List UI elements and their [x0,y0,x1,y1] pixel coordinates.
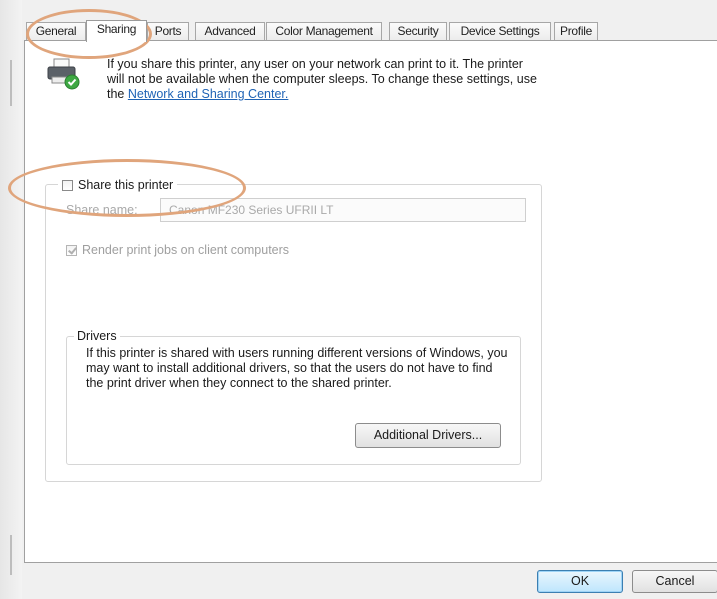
drivers-group-title: Drivers [74,329,120,343]
network-sharing-center-link[interactable]: Network and Sharing Center. [128,87,289,101]
printer-share-icon [47,58,80,90]
tab-security[interactable]: Security [389,22,447,40]
render-jobs-checkbox[interactable]: Render print jobs on client computers [66,243,289,257]
additional-drivers-button[interactable]: Additional Drivers... [355,423,501,448]
tab-ports[interactable]: Ports [147,22,189,40]
edge-mark [10,60,12,106]
ok-button[interactable]: OK [537,570,623,593]
window-left-edge [0,0,22,599]
tab-color-management[interactable]: Color Management [266,22,382,40]
drivers-description: If this printer is shared with users run… [86,346,508,390]
render-checkbox-box[interactable] [66,244,77,256]
tab-device-settings[interactable]: Device Settings [449,22,551,40]
share-checkbox-box[interactable] [62,179,73,191]
edge-mark [10,535,12,575]
tab-profile[interactable]: Profile [554,22,598,40]
tab-general[interactable]: General [26,22,86,40]
sharing-intro-text: If you share this printer, any user on y… [107,57,537,102]
share-name-field[interactable]: Canon MF230 Series UFRII LT [160,198,526,222]
cancel-button[interactable]: Cancel [632,570,717,593]
render-checkbox-label: Render print jobs on client computers [82,243,290,257]
share-name-label: Share name: [66,203,138,217]
tab-sharing[interactable]: Sharing [86,20,147,42]
share-checkbox-label: Share this printer [78,178,174,192]
share-this-printer-checkbox[interactable]: Share this printer [58,176,178,194]
tab-advanced[interactable]: Advanced [195,22,265,40]
